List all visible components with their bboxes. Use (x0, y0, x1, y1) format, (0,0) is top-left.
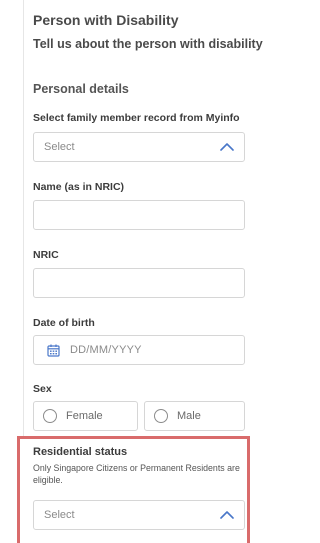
dob-field-label: Date of birth (33, 317, 95, 329)
sex-option-female-label: Female (66, 410, 103, 422)
name-field-label: Name (as in NRIC) (33, 181, 125, 193)
myinfo-select-label: Select family member record from Myinfo (33, 112, 240, 124)
chevron-up-icon (220, 511, 234, 519)
sex-field-label: Sex (33, 383, 52, 395)
sex-option-female[interactable]: Female (33, 401, 138, 431)
section-subtitle: Tell us about the person with disability (33, 37, 263, 51)
form-page: Person with Disability Tell us about the… (0, 0, 263, 543)
personal-details-heading: Personal details (33, 82, 129, 96)
residential-status-select[interactable]: Select (33, 500, 245, 530)
nric-field[interactable] (33, 268, 245, 298)
residential-status-help: Only Singapore Citizens or Permanent Res… (33, 463, 240, 485)
residential-status-label: Residential status (33, 446, 128, 458)
nric-field-label: NRIC (33, 249, 59, 261)
section-title: Person with Disability (33, 12, 179, 28)
calendar-icon (47, 344, 60, 357)
myinfo-select[interactable]: Select (33, 132, 245, 162)
dob-field[interactable]: DD/MM/YYYY (33, 335, 245, 365)
chevron-up-icon (220, 143, 234, 151)
radio-circle-icon (154, 409, 168, 423)
sex-option-male-label: Male (177, 410, 201, 422)
radio-circle-icon (43, 409, 57, 423)
residential-status-value: Select (44, 509, 75, 521)
name-field[interactable] (33, 200, 245, 230)
myinfo-select-value: Select (44, 141, 75, 153)
sex-option-male[interactable]: Male (144, 401, 245, 431)
dob-placeholder: DD/MM/YYYY (70, 344, 142, 356)
